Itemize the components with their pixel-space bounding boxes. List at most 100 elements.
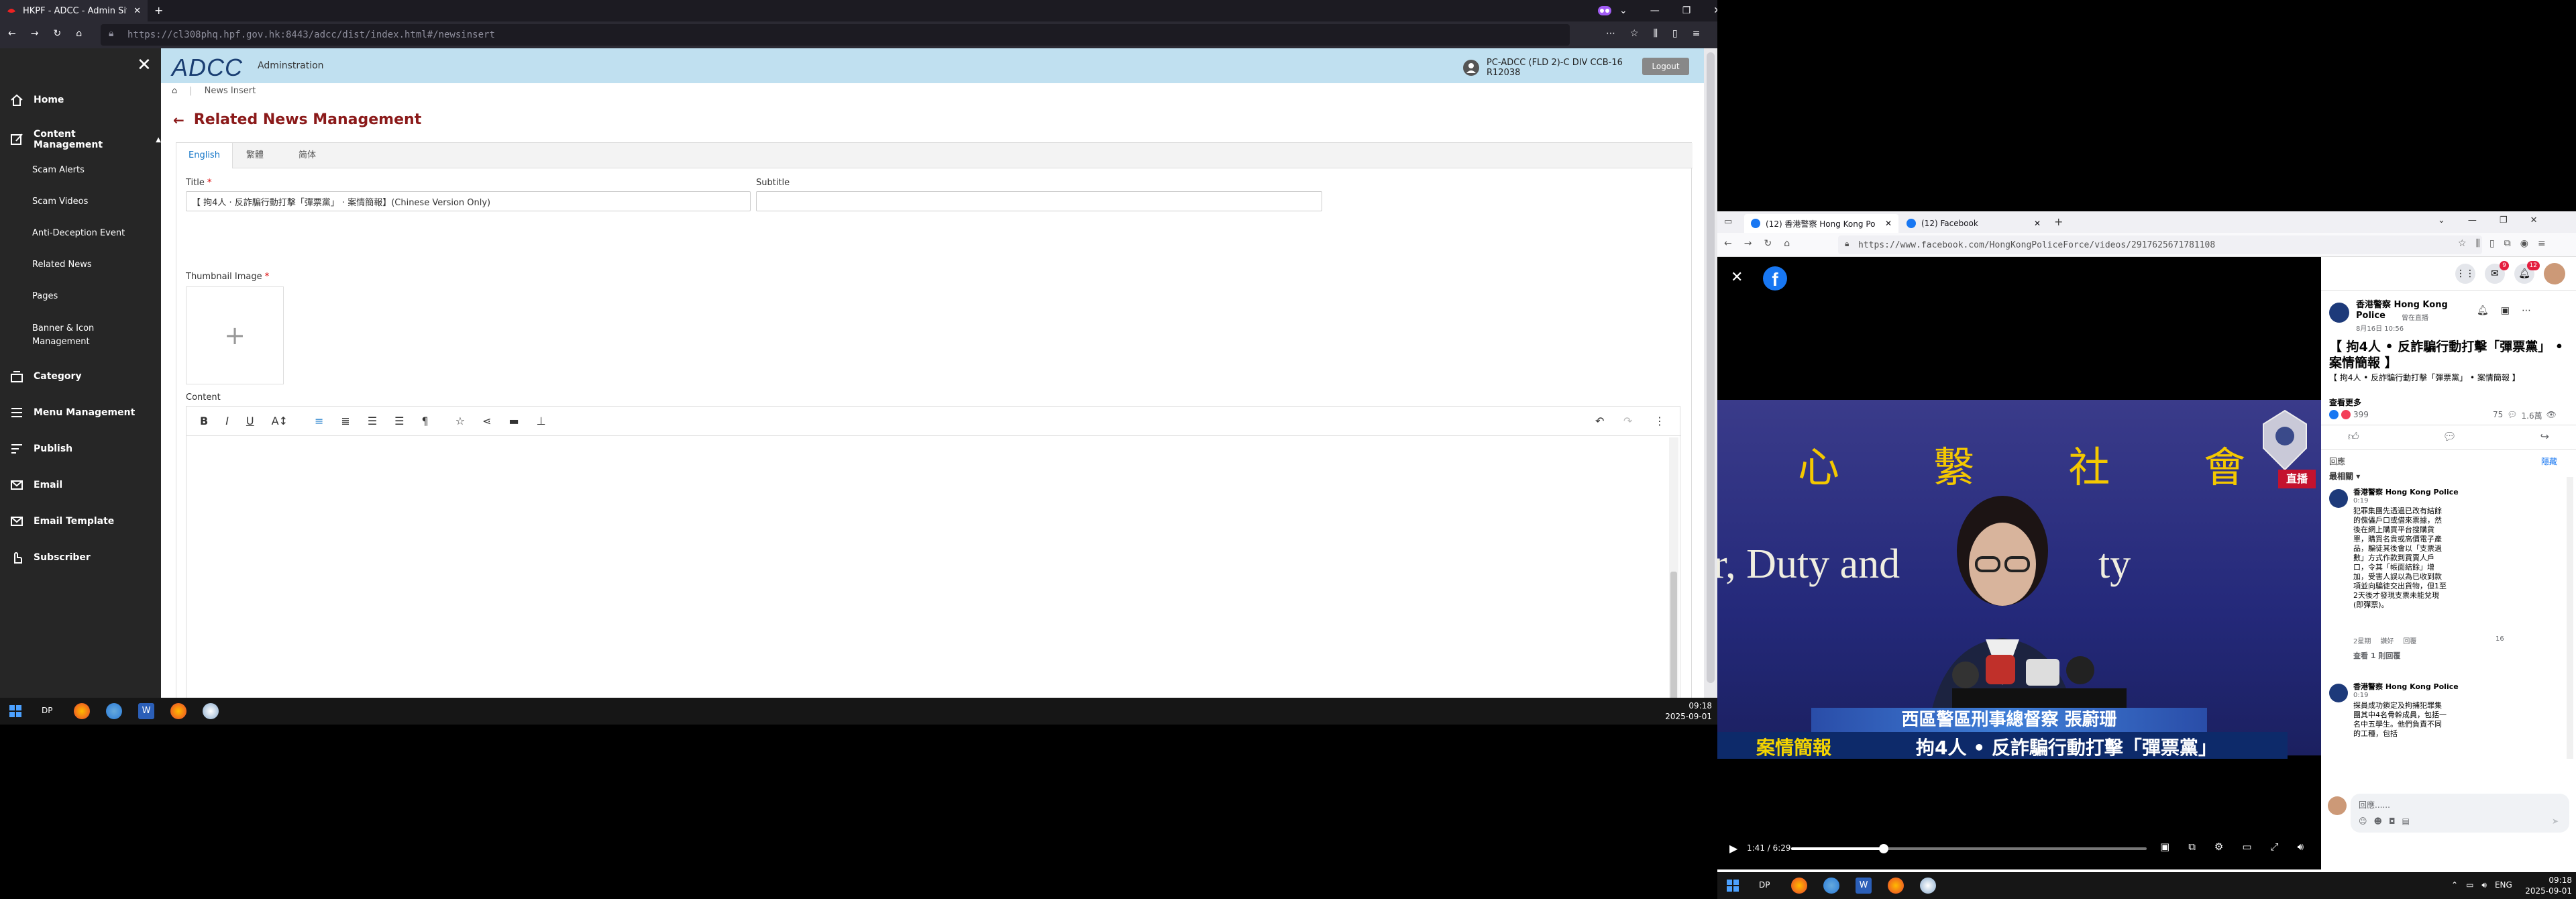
camera-icon[interactable]: ◘ [2389, 816, 2396, 826]
windows-start-icon[interactable] [1727, 880, 1739, 892]
back-arrow-icon[interactable]: ← [173, 112, 184, 128]
url-bar[interactable]: 🔒︎ https://cl308phq.hpf.gov.hk:8443/adcc… [101, 24, 1570, 46]
comment-button-icon[interactable]: 💬︎ [2443, 430, 2457, 443]
comment-timestamp[interactable]: 0:19 [2353, 497, 2368, 505]
firefox-taskbar-icon[interactable] [74, 703, 90, 719]
page-actions-icon[interactable]: ⋯ [1606, 28, 1615, 39]
browser-tab-facebook[interactable]: (12) Facebook ✕ [1900, 214, 2047, 233]
more-options-icon[interactable]: ⋯ [2522, 305, 2531, 316]
video-progress-knob[interactable] [1878, 844, 1888, 853]
close-tab-icon[interactable]: ✕ [1885, 219, 1892, 228]
folder-button[interactable]: ▬ [508, 415, 519, 427]
share-button[interactable]: ⋖ [482, 415, 491, 427]
comment-reply-link[interactable]: 回覆 [2403, 635, 2416, 645]
fullscreen-icon[interactable]: ⤢ [2271, 841, 2279, 853]
align-center-button[interactable]: ≣ [341, 415, 350, 427]
insert-button[interactable]: ⊥ [537, 415, 546, 427]
facebook-logo-icon[interactable]: f [1763, 266, 1787, 290]
speaker-icon[interactable]: 🔊︎ [2481, 880, 2487, 890]
comment-author[interactable]: 香港警察 Hong Kong Police [2353, 486, 2528, 497]
reply-input[interactable]: 回應...... ☺ ☻ ◘ ▤ ➤ [2351, 794, 2569, 833]
word-taskbar-icon[interactable]: W [1856, 878, 1872, 894]
gif-icon[interactable]: ▤ [2402, 816, 2410, 826]
sidebar-sub-scam-videos[interactable]: Scam Videos [32, 195, 88, 209]
reload-icon[interactable]: ↻ [1764, 238, 1772, 249]
avatar-sticker-icon[interactable]: ☺ [2359, 816, 2367, 826]
maximize-icon[interactable]: ❐ [1682, 5, 1691, 16]
play-icon[interactable]: ▶ [1729, 842, 1737, 855]
comment-avatar[interactable] [2329, 489, 2348, 508]
forward-icon[interactable]: → [31, 28, 39, 39]
sidebar-icon[interactable]: ▯ [2489, 238, 2495, 249]
close-tab-icon[interactable]: ✕ [133, 6, 141, 16]
close-sidebar-icon[interactable]: ✕ [137, 55, 152, 75]
sidebar-sub-pages[interactable]: Pages [32, 290, 58, 303]
more-button[interactable]: ⋮ [1654, 415, 1665, 427]
logout-button[interactable]: Logout [1642, 58, 1689, 75]
editor-scroll-thumb[interactable] [1670, 572, 1677, 706]
sort-dropdown[interactable]: 最相關 ▾ [2329, 470, 2360, 482]
breadcrumb-home-icon[interactable]: ⌂ [172, 86, 177, 96]
editor-scrollbar[interactable] [1669, 437, 1678, 710]
tab-english[interactable]: English [176, 143, 233, 168]
reload-icon[interactable]: ↻ [53, 28, 61, 39]
word-taskbar-icon[interactable]: W [138, 703, 154, 719]
network-icon[interactable]: ▭ [2466, 880, 2473, 890]
save-icon[interactable]: ▣ [2501, 305, 2510, 316]
firefox-taskbar-icon-2[interactable] [1888, 878, 1904, 894]
theater-icon[interactable]: ▭ [2242, 841, 2251, 853]
browser-tab-adcc[interactable]: HKPF - ADCC - Admin Site ✕ [0, 0, 148, 21]
page-avatar[interactable] [2329, 303, 2349, 323]
menu-icon[interactable]: ≡ [1693, 28, 1701, 39]
page-scroll-thumb[interactable] [1707, 52, 1715, 683]
video-player[interactable]: ✕ f 心 繫 社 會 r, Duty and ty 直播 西區警區刑事總督察 … [1717, 257, 2321, 869]
close-window-icon[interactable]: ✕ [2530, 215, 2538, 225]
tab-overview-icon[interactable]: ▭ [1724, 217, 1732, 227]
profile-avatar[interactable] [2544, 263, 2565, 284]
taskbar-clock[interactable]: 09:18 2025-09-01 [1650, 700, 1712, 722]
comment-avatar[interactable] [2329, 684, 2348, 702]
new-tab-icon[interactable]: + [2054, 215, 2063, 228]
comments-scrollbar[interactable] [2567, 477, 2573, 759]
extensions-icon[interactable]: ⧉ [2504, 238, 2511, 249]
font-size-button[interactable]: A↕ [272, 415, 288, 427]
page-scrollbar[interactable] [1704, 48, 1717, 698]
tab-list-icon[interactable]: ⌄ [2438, 215, 2445, 225]
ordered-list-button[interactable]: ☰ [368, 415, 377, 427]
paragraph-button[interactable]: ¶ [422, 415, 429, 427]
send-icon[interactable]: ➤ [2552, 816, 2559, 826]
like-button-icon[interactable]: 👍︎ [2348, 430, 2359, 443]
sidebar-item-category[interactable]: Category [9, 369, 82, 384]
windows-start-icon[interactable] [9, 705, 21, 717]
extension-icon[interactable] [1598, 0, 1611, 21]
sidebar-sub-anti-deception-event[interactable]: Anti-Deception Event [32, 227, 125, 240]
apps-grid-icon[interactable]: ⋮⋮ [2455, 264, 2475, 284]
content-editor[interactable]: B I U A↕ ≡ ≣ ☰ ☰ ¶ ☆ ⋖ ▬ ⊥ ↶ ↷ ⋮ [186, 406, 1681, 712]
star-button[interactable]: ☆ [455, 415, 465, 427]
share-button-icon[interactable]: ↪ [2540, 430, 2549, 443]
forward-icon[interactable]: → [1744, 238, 1752, 249]
see-more-link[interactable]: 查看更多 [2329, 396, 2361, 408]
firefox-taskbar-icon-2[interactable] [170, 703, 186, 719]
globe-taskbar-icon[interactable] [1823, 878, 1839, 894]
maximize-icon[interactable]: ❐ [2500, 215, 2508, 225]
sidebar-item-email-template[interactable]: Email Template [9, 514, 114, 529]
pip-icon[interactable]: ⧉ [2188, 841, 2196, 853]
library-icon[interactable]: ⫼ [1654, 28, 1658, 39]
settings-gear-icon[interactable]: ⚙ [2214, 841, 2223, 853]
menu-icon[interactable]: ≡ [2538, 238, 2546, 249]
input-language[interactable]: ENG [2495, 880, 2512, 890]
comment-author[interactable]: 香港警察 Hong Kong Police [2353, 681, 2528, 692]
volume-icon[interactable]: 🔊︎ [2298, 841, 2304, 853]
app-taskbar-icon[interactable] [1920, 878, 1936, 894]
sidebar-icon[interactable]: ▯ [1672, 28, 1678, 39]
dp-app-label[interactable]: DP [1759, 880, 1770, 890]
globe-taskbar-icon[interactable] [106, 703, 122, 719]
thumbnail-upload[interactable]: + [186, 286, 284, 384]
minimize-icon[interactable]: — [2468, 215, 2477, 225]
sidebar-sub-related-news[interactable]: Related News [32, 258, 92, 272]
sidebar-item-email[interactable]: Email [9, 478, 62, 492]
unordered-list-button[interactable]: ☰ [394, 415, 404, 427]
sidebar-sub-banner-icon[interactable]: Banner & Icon Management [32, 322, 94, 349]
sidebar-item-content-management[interactable]: Content Management ▲ [9, 129, 161, 150]
